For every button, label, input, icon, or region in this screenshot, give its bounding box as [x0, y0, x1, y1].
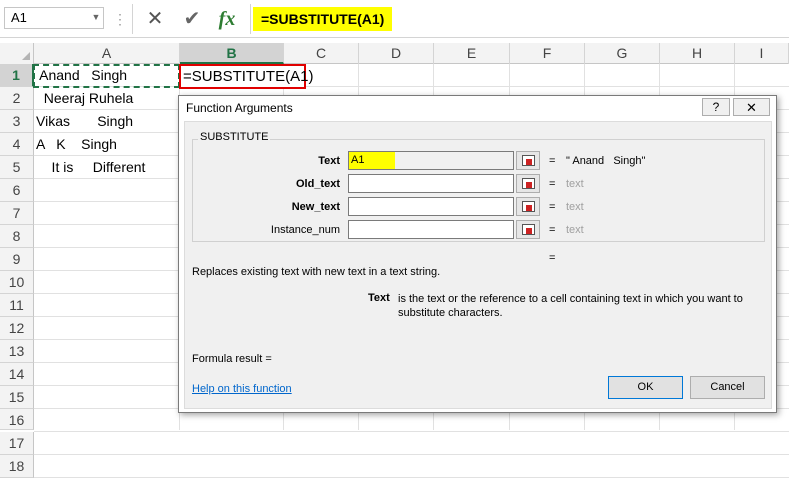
- range-select-icon: [522, 178, 535, 189]
- column-header-g[interactable]: G: [585, 43, 660, 64]
- row-header-5[interactable]: 5: [0, 156, 34, 179]
- row-header-17[interactable]: 17: [0, 432, 34, 455]
- formula-result-label: Formula result =: [192, 353, 272, 365]
- arg-input-instance-num[interactable]: [348, 220, 514, 239]
- arg-input-new-text[interactable]: [348, 197, 514, 216]
- close-button[interactable]: ✕: [733, 98, 770, 116]
- enter-formula-icon[interactable]: ✔: [179, 6, 205, 32]
- row-header-11[interactable]: 11: [0, 294, 34, 317]
- formula-bar-separator: [132, 4, 133, 34]
- cancel-button[interactable]: Cancel: [690, 376, 765, 399]
- row-header-2[interactable]: 2: [0, 87, 34, 110]
- row-header-14[interactable]: 14: [0, 363, 34, 386]
- cell-a3[interactable]: Vikas Singh: [36, 110, 133, 133]
- help-button[interactable]: ?: [702, 98, 730, 116]
- ok-button[interactable]: OK: [608, 376, 683, 399]
- column-header-d[interactable]: D: [359, 43, 434, 64]
- function-description: Replaces existing text with new text in …: [192, 266, 441, 278]
- row-header-15[interactable]: 15: [0, 386, 34, 409]
- row-header-3[interactable]: 3: [0, 110, 34, 133]
- name-box[interactable]: A1: [4, 7, 104, 29]
- cancel-formula-icon[interactable]: ✕: [142, 6, 168, 32]
- column-header-b[interactable]: B: [180, 43, 284, 64]
- column-header-i[interactable]: I: [735, 43, 789, 64]
- arg-input-text[interactable]: A1: [348, 151, 514, 170]
- column-header-h[interactable]: H: [660, 43, 735, 64]
- arg-result-text: " Anand Singh": [566, 155, 646, 167]
- arg-equals: =: [549, 178, 556, 190]
- row-header-18[interactable]: 18: [0, 455, 34, 478]
- range-select-icon-mark: [526, 228, 532, 234]
- arg-equals: =: [549, 201, 556, 213]
- range-select-icon: [522, 201, 535, 212]
- cell-a4[interactable]: A K Singh: [36, 133, 117, 156]
- splitter-dots-icon[interactable]: ⋮: [113, 12, 127, 26]
- argument-description-name: Text: [368, 292, 390, 304]
- row-header-13[interactable]: 13: [0, 340, 34, 363]
- arg-result-instance-num: text: [566, 224, 584, 236]
- copy-marquee-a1: [33, 64, 180, 88]
- row-header-10[interactable]: 10: [0, 271, 34, 294]
- function-result-equals: =: [549, 252, 556, 264]
- arg-label-text: Text: [318, 155, 340, 167]
- row-header-1[interactable]: 1: [0, 64, 34, 87]
- collapse-dialog-button-instance-num[interactable]: [516, 220, 540, 239]
- collapse-dialog-button-text[interactable]: [516, 151, 540, 170]
- column-header-a[interactable]: A: [34, 43, 180, 64]
- row-header-9[interactable]: 9: [0, 248, 34, 271]
- column-header-e[interactable]: E: [434, 43, 510, 64]
- help-on-function-link[interactable]: Help on this function: [192, 383, 292, 395]
- row-gridline: [34, 431, 789, 432]
- row-gridline: [34, 454, 789, 455]
- collapse-dialog-button-new-text[interactable]: [516, 197, 540, 216]
- cell-a5[interactable]: It is Different: [36, 156, 146, 179]
- row-header-4[interactable]: 4: [0, 133, 34, 156]
- formula-text: =SUBSTITUTE(A1): [253, 7, 393, 31]
- arg-result-old-text: text: [566, 178, 584, 190]
- collapse-dialog-button-old-text[interactable]: [516, 174, 540, 193]
- range-select-icon-mark: [526, 205, 532, 211]
- arg-equals: =: [549, 155, 556, 167]
- arg-equals: =: [549, 224, 556, 236]
- arg-label-instance-num: Instance_num: [270, 224, 340, 236]
- range-select-icon-mark: [526, 159, 532, 165]
- arg-label-old-text: Old_text: [295, 178, 340, 190]
- select-all-triangle-icon: [22, 52, 30, 60]
- arg-input-old-text[interactable]: [348, 174, 514, 193]
- arg-result-new-text: text: [566, 201, 584, 213]
- range-select-icon: [522, 155, 535, 166]
- cell-b1-editor[interactable]: =SUBSTITUTE(A1): [179, 64, 313, 89]
- range-select-icon: [522, 224, 535, 235]
- row-header-8[interactable]: 8: [0, 225, 34, 248]
- insert-function-icon[interactable]: fx: [214, 6, 240, 32]
- row-header-6[interactable]: 6: [0, 179, 34, 202]
- row-header-12[interactable]: 12: [0, 317, 34, 340]
- name-box-dropdown-icon[interactable]: ▼: [90, 11, 102, 23]
- row-header-16[interactable]: 16: [0, 409, 34, 430]
- column-header-c[interactable]: C: [284, 43, 359, 64]
- dialog-title: Function Arguments: [186, 101, 293, 115]
- range-select-icon-mark: [526, 182, 532, 188]
- row-header-7[interactable]: 7: [0, 202, 34, 225]
- argument-description-text: is the text or the reference to a cell c…: [398, 293, 743, 319]
- cell-a2[interactable]: Neeraj Ruhela: [36, 87, 134, 110]
- arg-label-new-text: New_text: [291, 201, 340, 213]
- column-header-f[interactable]: F: [510, 43, 585, 64]
- function-name-label: SUBSTITUTE: [198, 131, 271, 143]
